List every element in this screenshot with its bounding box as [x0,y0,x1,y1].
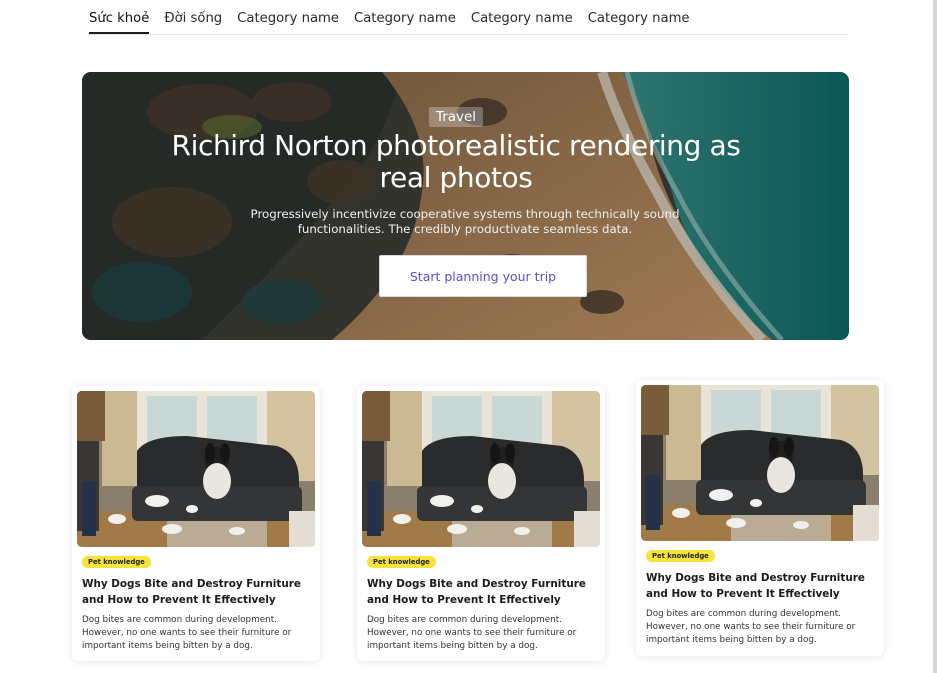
article-card-1[interactable]: Pet knowledge Why Dogs Bite and Destroy … [72,386,320,661]
dog-on-sofa-photo [362,391,600,547]
start-planning-button[interactable]: Start planning your trip [379,255,587,297]
category-tab-5[interactable]: Category name [471,0,573,34]
dog-on-sofa-photo [641,385,879,541]
category-tab-suc-khoe[interactable]: Sức khoẻ [89,0,150,34]
hero-category-badge[interactable]: Travel [428,107,484,127]
article-description: Dog bites are common during development.… [646,609,856,645]
category-tab-6[interactable]: Category name [588,0,690,34]
article-card-3[interactable]: Pet knowledge Why Dogs Bite and Destroy … [636,380,884,656]
hero-banner: Travel Richird Norton photorealistic ren… [82,72,849,340]
category-tab-4[interactable]: Category name [354,0,456,34]
category-tab-3[interactable]: Category name [237,0,339,34]
category-nav: Sức khoẻ Đời sống Category name Category… [89,0,849,35]
article-description: Dog bites are common during development.… [367,615,577,651]
hero-title: Richird Norton photorealistic rendering … [171,129,741,194]
vertical-scrollbar[interactable] [933,0,937,673]
article-title[interactable]: Why Dogs Bite and Destroy Furniture and … [646,570,868,602]
category-tab-doi-song[interactable]: Đời sống [164,0,222,34]
page: Sức khoẻ Đời sống Category name Category… [0,0,937,673]
article-tag-badge[interactable]: Pet knowledge [646,550,715,562]
article-tag-badge[interactable]: Pet knowledge [82,556,151,568]
dog-on-sofa-photo [77,391,315,547]
article-description: Dog bites are common during development.… [82,615,292,651]
article-card-2[interactable]: Pet knowledge Why Dogs Bite and Destroy … [357,386,605,661]
hero-description: Progressively incentivize cooperative sy… [250,207,680,236]
article-tag-badge[interactable]: Pet knowledge [367,556,436,568]
article-title[interactable]: Why Dogs Bite and Destroy Furniture and … [82,576,304,608]
article-card-image[interactable] [641,385,879,541]
article-title[interactable]: Why Dogs Bite and Destroy Furniture and … [367,576,589,608]
article-card-image[interactable] [77,391,315,547]
article-card-image[interactable] [362,391,600,547]
